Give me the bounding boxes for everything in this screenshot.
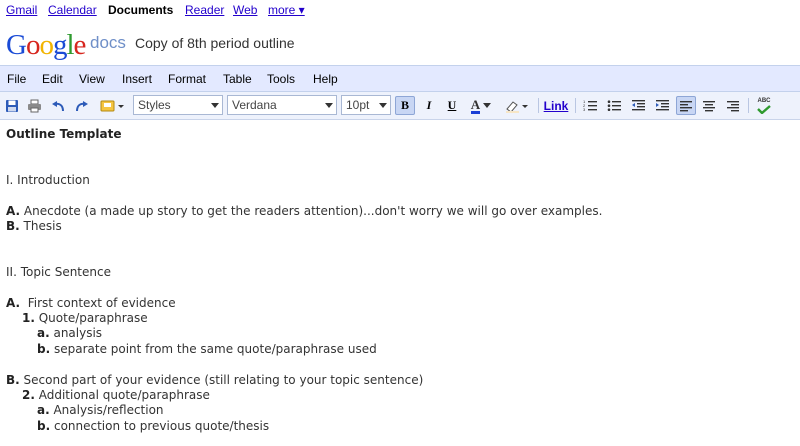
outline-marker: A. bbox=[6, 296, 21, 310]
outline-marker: a. bbox=[37, 403, 50, 417]
logo-letter: g bbox=[52, 29, 67, 61]
menu-view[interactable]: View bbox=[79, 72, 105, 86]
save-icon[interactable] bbox=[4, 96, 20, 115]
chevron-down-icon bbox=[325, 103, 333, 108]
outline-marker: a. bbox=[37, 326, 50, 340]
toolbar-separator bbox=[748, 98, 749, 113]
outline-line-anecdote: A. Anecdote (a made up story to get the … bbox=[6, 204, 602, 219]
checkmark-icon bbox=[757, 104, 771, 114]
document-title[interactable]: Copy of 8th period outline bbox=[135, 35, 295, 51]
google-logo-text: Google bbox=[6, 29, 87, 61]
web-link[interactable]: Web bbox=[233, 3, 257, 17]
styles-value: Styles bbox=[138, 98, 171, 112]
outline-text: separate point from the same quote/parap… bbox=[50, 342, 377, 356]
outline-text: Second part of your evidence (still rela… bbox=[19, 373, 424, 387]
outline-marker: 1. bbox=[22, 311, 35, 325]
outline-line-reflection: a. Analysis/reflection bbox=[37, 403, 164, 418]
logo-letter: l bbox=[66, 29, 74, 61]
reader-link[interactable]: Reader bbox=[185, 3, 224, 17]
styles-dropdown[interactable]: Styles bbox=[133, 95, 223, 115]
logo-letter: G bbox=[6, 29, 27, 61]
numbered-list-icon[interactable]: 123 bbox=[582, 96, 598, 115]
bold-button[interactable]: B bbox=[395, 96, 415, 115]
align-left-icon[interactable] bbox=[676, 96, 696, 115]
italic-button[interactable]: I bbox=[420, 96, 438, 115]
toolbar-separator bbox=[575, 98, 576, 113]
documents-link[interactable]: Documents bbox=[108, 3, 173, 17]
decrease-indent-icon[interactable] bbox=[630, 96, 646, 115]
document-body[interactable]: Outline Template I. Introduction A. Anec… bbox=[0, 120, 800, 446]
logo-letter: o bbox=[39, 29, 53, 61]
font-dropdown[interactable]: Verdana bbox=[227, 95, 337, 115]
chevron-down-icon bbox=[483, 102, 492, 108]
svg-text:3: 3 bbox=[583, 107, 586, 112]
outline-line-analysis: a. analysis bbox=[37, 326, 102, 341]
spellcheck-button[interactable]: ABC bbox=[754, 96, 774, 115]
logo-letter: o bbox=[25, 29, 40, 61]
spellcheck-label: ABC bbox=[757, 97, 771, 104]
calendar-link[interactable]: Calendar bbox=[48, 3, 97, 17]
document-heading: Outline Template bbox=[6, 127, 122, 141]
outline-line-connection: b. connection to previous quote/thesis bbox=[37, 419, 269, 434]
logo-letter: e bbox=[73, 29, 87, 61]
outline-text: First context of evidence bbox=[20, 296, 176, 310]
align-right-icon[interactable] bbox=[725, 96, 741, 115]
chevron-down-icon bbox=[211, 103, 219, 108]
outline-marker: b. bbox=[37, 419, 51, 433]
outline-text: Analysis/reflection bbox=[49, 403, 164, 417]
outline-text: analysis bbox=[49, 326, 103, 340]
outline-text: Thesis bbox=[19, 219, 62, 233]
outline-text: Anecdote (a made up story to get the rea… bbox=[20, 204, 603, 218]
docs-header: Google docs Copy of 8th period outline bbox=[0, 22, 800, 64]
outline-marker: b. bbox=[37, 342, 51, 356]
docs-logo-label: docs bbox=[90, 33, 126, 52]
outline-line-introduction: I. Introduction bbox=[6, 173, 90, 187]
google-docs-logo[interactable]: Google docs bbox=[6, 29, 126, 61]
more-link[interactable]: more ▾ bbox=[268, 3, 305, 17]
menu-tools[interactable]: Tools bbox=[267, 72, 295, 86]
chevron-down-icon bbox=[379, 103, 387, 108]
outline-text: connection to previous quote/thesis bbox=[50, 419, 270, 433]
outline-marker: 2. bbox=[22, 388, 35, 402]
menu-bar: File Edit View Insert Format Table Tools… bbox=[0, 65, 800, 92]
outline-line-separate-point: b. separate point from the same quote/pa… bbox=[37, 342, 377, 357]
highlight-color-dropdown[interactable] bbox=[503, 96, 533, 115]
outline-line-second-evidence: B. Second part of your evidence (still r… bbox=[6, 373, 423, 388]
gmail-link[interactable]: Gmail bbox=[6, 3, 37, 17]
underline-button[interactable]: U bbox=[443, 96, 461, 115]
outline-line-quote: 1. Quote/paraphrase bbox=[22, 311, 148, 326]
paint-format-dropdown[interactable] bbox=[99, 96, 127, 115]
menu-help[interactable]: Help bbox=[313, 72, 338, 86]
outline-marker: B. bbox=[6, 373, 20, 387]
google-top-nav: Gmail Calendar Documents Reader Web more… bbox=[0, 0, 800, 20]
outline-line-thesis: B. Thesis bbox=[6, 219, 62, 234]
menu-edit[interactable]: Edit bbox=[42, 72, 63, 86]
outline-line-additional-quote: 2. Additional quote/paraphrase bbox=[22, 388, 210, 403]
outline-text: Quote/paraphrase bbox=[34, 311, 148, 325]
increase-indent-icon[interactable] bbox=[654, 96, 670, 115]
bulleted-list-icon[interactable] bbox=[606, 96, 622, 115]
menu-file[interactable]: File bbox=[7, 72, 26, 86]
toolbar-separator bbox=[538, 98, 539, 113]
outline-marker: A. bbox=[6, 204, 21, 218]
redo-icon[interactable] bbox=[74, 96, 90, 115]
menu-insert[interactable]: Insert bbox=[122, 72, 152, 86]
outline-line-topic-sentence: II. Topic Sentence bbox=[6, 265, 111, 279]
menu-table[interactable]: Table bbox=[223, 72, 252, 86]
align-center-icon[interactable] bbox=[701, 96, 717, 115]
print-icon[interactable] bbox=[26, 96, 42, 115]
formatting-toolbar: Styles Verdana 10pt B I U A Link 123 ABC bbox=[0, 92, 800, 120]
outline-line-first-evidence: A. First context of evidence bbox=[6, 296, 176, 311]
link-button[interactable]: Link bbox=[542, 96, 570, 115]
menu-format[interactable]: Format bbox=[168, 72, 206, 86]
outline-text: Additional quote/paraphrase bbox=[34, 388, 210, 402]
outline-marker: B. bbox=[6, 219, 20, 233]
text-color-icon: A bbox=[470, 96, 481, 114]
font-value: Verdana bbox=[232, 98, 277, 112]
font-size-dropdown[interactable]: 10pt bbox=[341, 95, 391, 115]
font-size-value: 10pt bbox=[346, 98, 370, 112]
undo-icon[interactable] bbox=[50, 96, 66, 115]
text-color-dropdown[interactable]: A bbox=[466, 96, 496, 115]
